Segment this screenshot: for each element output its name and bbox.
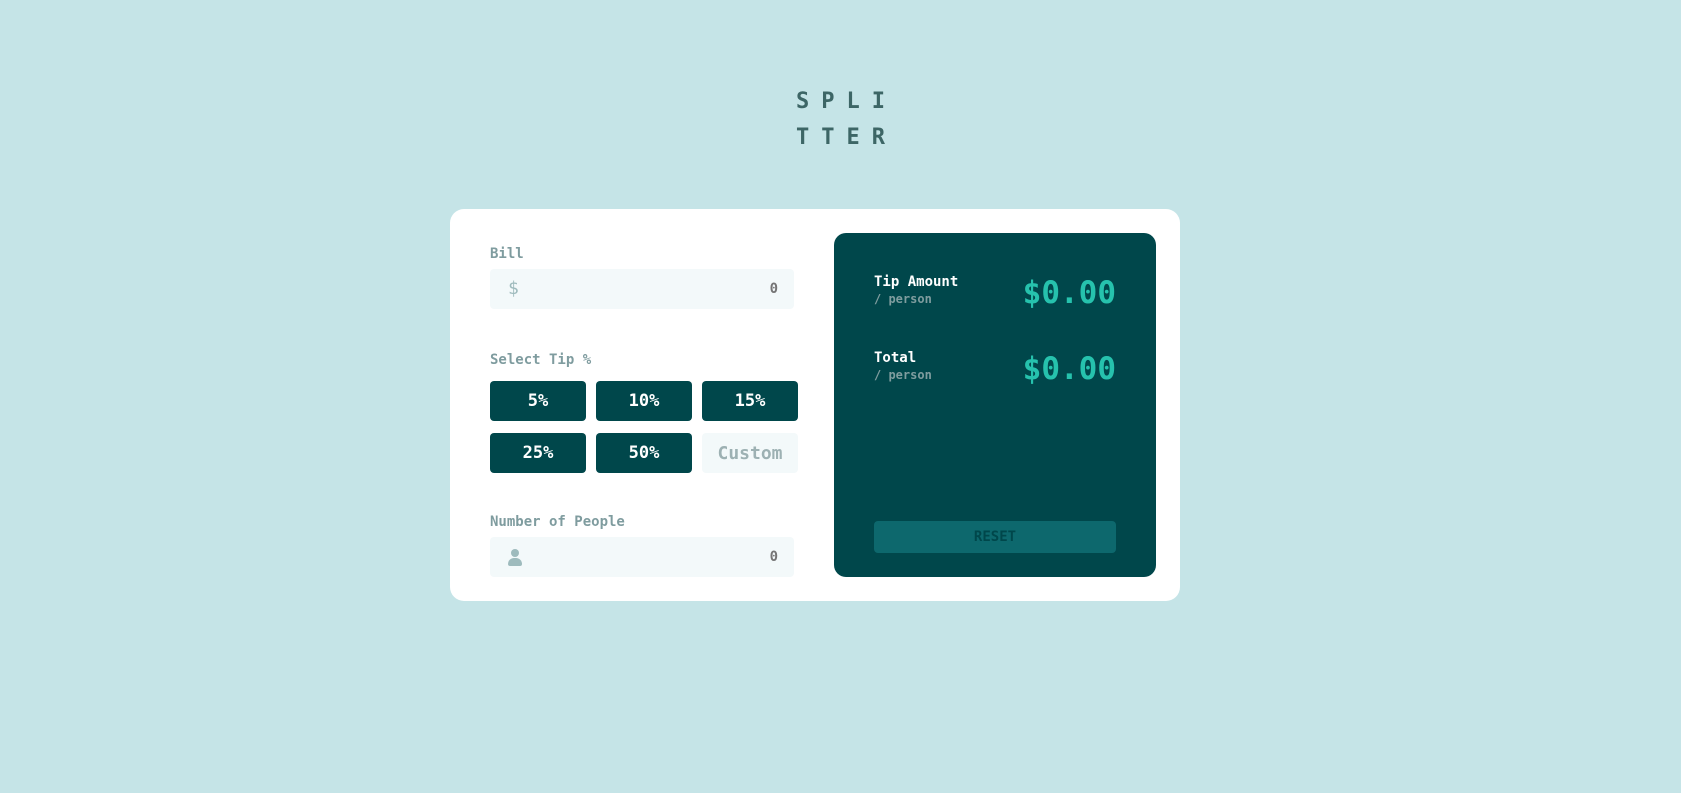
tip-10-button[interactable]: 10% xyxy=(596,381,692,421)
total-label: Total xyxy=(874,350,917,366)
tip-options: 5% 10% 15% 25% 50% xyxy=(490,381,807,473)
total-value: $0.00 xyxy=(1022,351,1116,387)
logo-line-2: TTER xyxy=(796,125,897,150)
select-tip-label: Select Tip % xyxy=(490,352,592,368)
tip-amount-per-person: / person xyxy=(874,292,932,306)
app-logo: SPLI TTER xyxy=(0,84,1681,156)
tip-50-button[interactable]: 50% xyxy=(596,433,692,473)
total-row: Total / person $0.00 xyxy=(874,349,1116,393)
tip-amount-value: $0.00 xyxy=(1022,275,1116,311)
bill-label: Bill xyxy=(490,246,524,262)
custom-tip-input[interactable] xyxy=(702,433,798,473)
reset-button[interactable]: RESET xyxy=(874,521,1116,553)
total-per-person: / person xyxy=(874,368,932,382)
tip-5-button[interactable]: 5% xyxy=(490,381,586,421)
results-panel: Tip Amount / person $0.00 Total / person… xyxy=(834,233,1156,577)
calculator-card: Bill $ Select Tip % 5% 10% 15% 25% 50% N… xyxy=(450,209,1180,601)
tip-25-button[interactable]: 25% xyxy=(490,433,586,473)
tip-amount-row: Tip Amount / person $0.00 xyxy=(874,273,1116,317)
bill-field: $ xyxy=(490,269,794,309)
people-input[interactable] xyxy=(490,537,794,577)
tip-amount-label: Tip Amount xyxy=(874,274,959,290)
logo-line-1: SPLI xyxy=(796,89,897,114)
tip-15-button[interactable]: 15% xyxy=(702,381,798,421)
bill-input[interactable] xyxy=(490,269,794,309)
people-field xyxy=(490,537,794,577)
input-panel: Bill $ Select Tip % 5% 10% 15% 25% 50% N… xyxy=(490,245,807,577)
people-label: Number of People xyxy=(490,514,625,530)
